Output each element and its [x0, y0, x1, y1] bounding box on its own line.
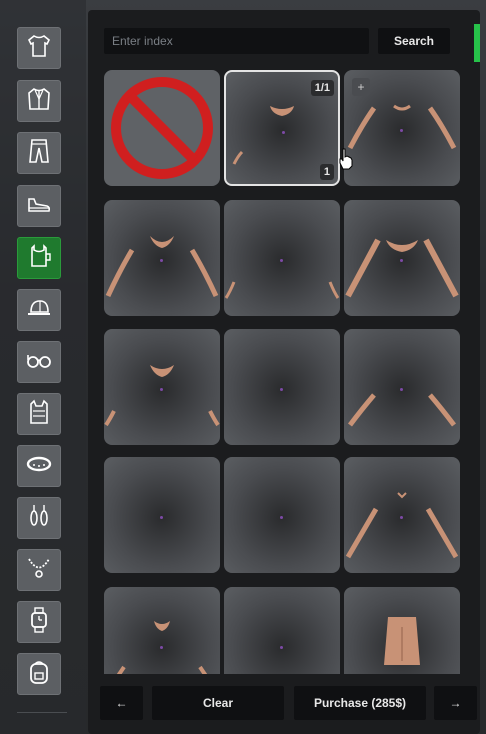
category-necklace[interactable]	[17, 549, 61, 591]
category-bag[interactable]	[17, 653, 61, 695]
footer-actions: ← Clear Purchase (285$) →	[100, 686, 480, 722]
item-slot[interactable]	[104, 457, 220, 573]
center-marker	[400, 516, 403, 519]
rail-divider	[17, 712, 67, 713]
center-marker	[280, 259, 283, 262]
category-glasses[interactable]	[17, 341, 61, 383]
vest-icon	[25, 398, 53, 431]
item-slot[interactable]	[104, 200, 220, 316]
item-slot[interactable]	[344, 329, 460, 445]
forbidden-icon	[109, 75, 215, 186]
category-bracelet[interactable]	[17, 445, 61, 487]
watch-icon	[25, 606, 53, 639]
hand-cursor-icon	[338, 148, 354, 175]
category-shirt[interactable]	[17, 27, 61, 69]
purchase-button[interactable]: Purchase (285$)	[294, 686, 426, 720]
undershirt-icon	[25, 242, 53, 275]
next-page-button[interactable]: →	[434, 686, 477, 720]
shirt-icon	[25, 32, 53, 65]
backpack-icon	[25, 658, 53, 691]
item-slot[interactable]	[344, 200, 460, 316]
center-marker	[160, 388, 163, 391]
center-marker	[280, 646, 283, 649]
necklace-icon	[25, 554, 53, 587]
clothing-preview-icon	[344, 457, 460, 573]
clear-button[interactable]: Clear	[152, 686, 284, 720]
clothing-preview-icon	[104, 200, 220, 316]
center-marker	[280, 516, 283, 519]
prev-page-button[interactable]: ←	[100, 686, 143, 720]
center-marker	[160, 646, 163, 649]
item-slot[interactable]	[344, 457, 460, 573]
item-slot[interactable]: +	[344, 70, 460, 186]
item-slot[interactable]	[104, 587, 220, 674]
category-earrings[interactable]	[17, 497, 61, 539]
clothing-preview-icon	[344, 329, 460, 445]
center-marker	[400, 388, 403, 391]
earrings-icon	[25, 502, 53, 535]
bracelet-icon	[25, 450, 53, 483]
item-slot[interactable]	[224, 329, 340, 445]
item-slot[interactable]	[344, 587, 460, 674]
category-pants[interactable]	[17, 132, 61, 174]
clothing-preview-icon	[344, 587, 460, 674]
jacket-icon	[25, 85, 53, 118]
search-input[interactable]	[104, 28, 369, 54]
glasses-icon	[25, 346, 53, 379]
category-shoes[interactable]	[17, 185, 61, 227]
clothing-preview-icon	[344, 70, 460, 186]
category-hat[interactable]	[17, 289, 61, 331]
center-marker	[280, 388, 283, 391]
clothing-shop-screen: Search 1/1 1	[0, 0, 486, 734]
cap-icon	[25, 294, 53, 327]
category-jacket[interactable]	[17, 80, 61, 122]
category-undershirt[interactable]	[17, 237, 61, 279]
clothing-preview-icon	[104, 587, 220, 674]
category-rail	[0, 0, 86, 734]
category-vest[interactable]	[17, 393, 61, 435]
category-watch[interactable]	[17, 601, 61, 643]
center-marker	[160, 516, 163, 519]
center-marker	[400, 259, 403, 262]
item-slot[interactable]	[104, 329, 220, 445]
clothing-preview-icon	[226, 72, 338, 184]
clothing-preview-icon	[104, 329, 220, 445]
clothing-preview-icon	[224, 200, 340, 316]
pants-icon	[25, 137, 53, 170]
item-panel: Search 1/1 1	[88, 10, 480, 734]
item-slot[interactable]: 1/1 1	[224, 70, 340, 186]
center-marker	[160, 259, 163, 262]
center-marker	[282, 131, 285, 134]
item-slot[interactable]	[224, 200, 340, 316]
item-slot[interactable]	[224, 457, 340, 573]
clothing-preview-icon	[344, 200, 460, 316]
item-slot[interactable]	[224, 587, 340, 674]
sneaker-icon	[25, 190, 53, 223]
accent-bar	[474, 24, 480, 62]
search-button[interactable]: Search	[378, 28, 450, 54]
center-marker	[400, 129, 403, 132]
item-none[interactable]	[104, 70, 220, 186]
item-grid: 1/1 1 +	[104, 70, 464, 674]
